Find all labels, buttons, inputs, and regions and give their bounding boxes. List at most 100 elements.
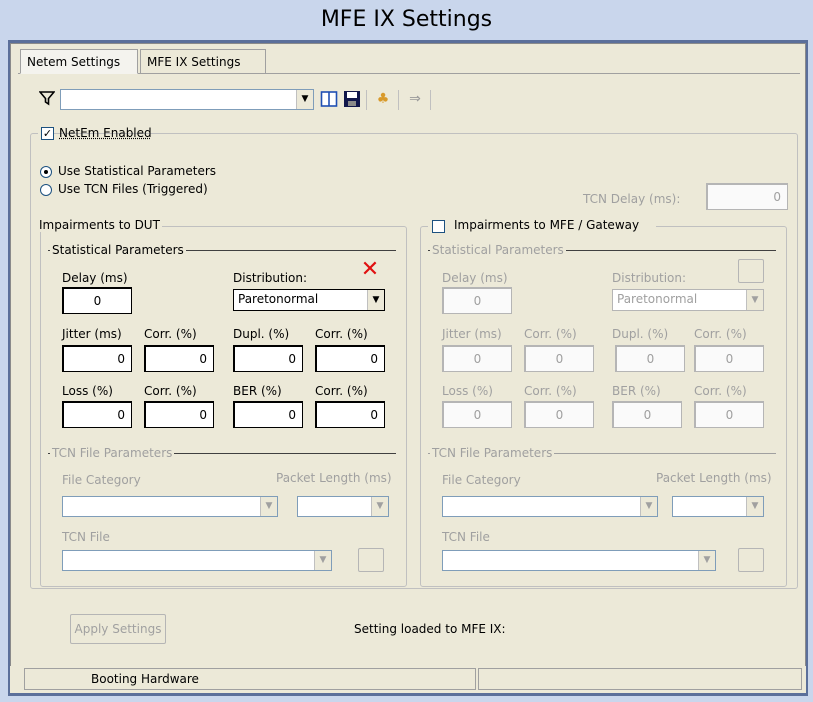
dut-dupl-field[interactable]: 0 xyxy=(233,345,303,372)
chevron-down-icon[interactable]: ▼ xyxy=(640,497,657,516)
dut-distribution-value: Paretonormal xyxy=(238,292,319,306)
mfe-ber-label: BER (%) xyxy=(612,384,661,398)
mfe-distribution-select[interactable]: Paretonormal ▼ xyxy=(612,289,764,311)
mfe-corr3-label: Corr. (%) xyxy=(524,384,577,398)
mfe-tcn-file-select[interactable]: ▼ xyxy=(442,550,716,571)
columns-icon[interactable] xyxy=(320,90,338,108)
netem-enabled-checkbox[interactable]: ✓ xyxy=(41,127,54,140)
tab-netem-settings[interactable]: Netem Settings xyxy=(20,49,138,74)
dut-delay-field[interactable]: 0 xyxy=(62,287,132,314)
dut-file-category-label: File Category xyxy=(62,473,141,487)
mfe-tcn-params-label: TCN File Parameters xyxy=(430,446,555,460)
dut-ber-field[interactable]: 0 xyxy=(233,401,303,428)
mfe-tcn-browse-button[interactable] xyxy=(738,548,764,572)
mfe-corr1-label: Corr. (%) xyxy=(524,327,577,341)
mfe-stat-label: Statistical Parameters xyxy=(430,243,566,257)
dut-corr3-field[interactable]: 0 xyxy=(144,401,214,428)
dut-jitter-field[interactable]: 0 xyxy=(62,345,132,372)
mfe-file-category-select[interactable]: ▼ xyxy=(442,496,658,517)
mfe-group-label: Impairments to MFE / Gateway xyxy=(454,218,640,232)
dut-delay-label: Delay (ms) xyxy=(62,271,128,285)
toolbar-separator xyxy=(430,90,431,110)
tcn-radio-label: Use TCN Files (Triggered) xyxy=(58,182,208,196)
tab-mfe-ix-settings[interactable]: MFE IX Settings xyxy=(140,49,266,74)
chevron-down-icon[interactable]: ▼ xyxy=(371,497,388,516)
tcn-delay-field[interactable]: 0 xyxy=(706,183,788,210)
dut-distribution-label: Distribution: xyxy=(233,271,308,285)
status-cell-right xyxy=(478,668,802,690)
dut-tcn-params-label: TCN File Parameters xyxy=(50,446,175,460)
dut-corr4-field[interactable]: 0 xyxy=(315,401,385,428)
dut-stat-label: Statistical Parameters xyxy=(50,243,186,257)
mfe-packet-length-label: Packet Length (ms) xyxy=(656,471,772,485)
mfe-jitter-field[interactable]: 0 xyxy=(442,345,512,372)
close-icon[interactable]: ✕ xyxy=(357,259,383,283)
mfe-enabled-checkbox[interactable] xyxy=(432,220,445,233)
mfe-delay-field[interactable]: 0 xyxy=(442,287,512,314)
mfe-dupl-label: Dupl. (%) xyxy=(612,327,669,341)
dut-corr2-field[interactable]: 0 xyxy=(315,345,385,372)
save-icon[interactable] xyxy=(343,90,361,108)
chevron-down-icon[interactable]: ▼ xyxy=(746,290,763,310)
cursor-icon[interactable]: ♣ xyxy=(374,90,392,108)
dut-jitter-label: Jitter (ms) xyxy=(62,327,122,341)
dut-tcn-file-select[interactable]: ▼ xyxy=(62,550,332,571)
statistical-radio-label: Use Statistical Parameters xyxy=(58,164,217,178)
status-text: Booting Hardware xyxy=(91,672,199,686)
dut-tcn-browse-button[interactable] xyxy=(358,548,384,572)
tab-label: Netem Settings xyxy=(27,55,121,69)
mfe-corr2-field[interactable]: 0 xyxy=(694,345,764,372)
mfe-loss-field[interactable]: 0 xyxy=(442,401,512,428)
mfe-enabled-row: Impairments to MFE / Gateway xyxy=(428,218,656,234)
mfe-jitter-label: Jitter (ms) xyxy=(442,327,502,341)
tcn-radio[interactable] xyxy=(40,184,52,196)
dut-corr2-label: Corr. (%) xyxy=(315,327,368,341)
filter-icon xyxy=(38,90,56,108)
tcn-delay-label: TCN Delay (ms): xyxy=(583,192,681,206)
arrow-right-icon[interactable]: ⇒ xyxy=(406,90,424,108)
dut-dupl-label: Dupl. (%) xyxy=(233,327,290,341)
mfe-corr3-field[interactable]: 0 xyxy=(524,401,594,428)
chevron-down-icon[interactable]: ▼ xyxy=(296,90,313,109)
chevron-down-icon[interactable]: ▼ xyxy=(746,497,763,516)
dut-packet-length-select[interactable]: ▼ xyxy=(297,496,389,517)
apply-settings-button[interactable]: Apply Settings xyxy=(70,614,166,644)
mfe-distribution-label: Distribution: xyxy=(612,271,687,285)
dut-corr1-label: Corr. (%) xyxy=(144,327,197,341)
dut-corr4-label: Corr. (%) xyxy=(315,384,368,398)
chevron-down-icon[interactable]: ▼ xyxy=(698,551,715,570)
dut-corr3-label: Corr. (%) xyxy=(144,384,197,398)
chevron-down-icon[interactable]: ▼ xyxy=(260,497,277,516)
dut-group-label: Impairments to DUT xyxy=(37,218,162,232)
mfe-ber-field[interactable]: 0 xyxy=(612,401,682,428)
window-title: MFE IX Settings xyxy=(320,7,493,32)
dut-loss-field[interactable]: 0 xyxy=(62,401,132,428)
chevron-down-icon[interactable]: ▼ xyxy=(314,551,331,570)
netem-enabled-row: ✓ NetEm Enabled xyxy=(38,126,152,142)
mfe-file-category-label: File Category xyxy=(442,473,521,487)
toolbar-separator xyxy=(366,90,367,110)
dut-tcn-file-label: TCN File xyxy=(62,530,110,544)
dut-file-category-select[interactable]: ▼ xyxy=(62,496,278,517)
mfe-corr1-field[interactable]: 0 xyxy=(524,345,594,372)
netem-enabled-label: NetEm Enabled xyxy=(59,126,152,140)
mfe-packet-length-select[interactable]: ▼ xyxy=(672,496,764,517)
mfe-corr2-label: Corr. (%) xyxy=(694,327,747,341)
mfe-loss-label: Loss (%) xyxy=(442,384,493,398)
mfe-corr4-field[interactable]: 0 xyxy=(694,401,764,428)
title-bar: MFE IX Settings xyxy=(0,0,813,40)
statistical-radio[interactable] xyxy=(40,166,52,178)
dut-ber-label: BER (%) xyxy=(233,384,282,398)
mfe-dupl-field[interactable]: 0 xyxy=(615,345,685,372)
status-cell-main: Booting Hardware xyxy=(24,668,476,690)
mfe-clear-button[interactable] xyxy=(738,259,764,283)
mfe-tcn-file-label: TCN File xyxy=(442,530,490,544)
dut-packet-length-label: Packet Length (ms) xyxy=(276,471,392,485)
dut-distribution-select[interactable]: Paretonormal ▼ xyxy=(233,289,385,311)
filter-combo[interactable]: ▼ xyxy=(60,89,314,110)
toolbar-separator xyxy=(398,90,399,110)
chevron-down-icon[interactable]: ▼ xyxy=(367,290,384,310)
mfe-corr4-label: Corr. (%) xyxy=(694,384,747,398)
dut-loss-label: Loss (%) xyxy=(62,384,113,398)
dut-corr1-field[interactable]: 0 xyxy=(144,345,214,372)
